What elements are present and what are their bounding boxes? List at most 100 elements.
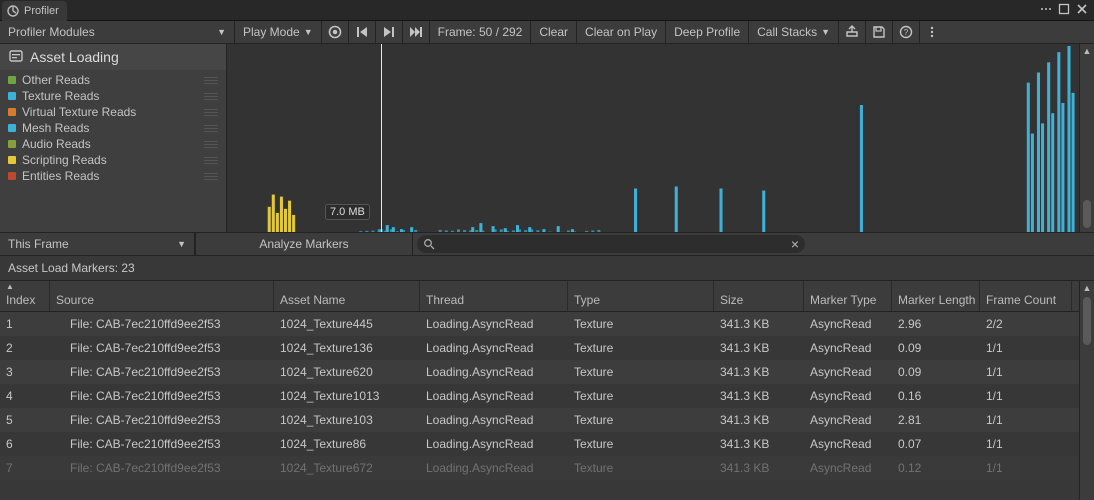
cell: 1024_Texture620 [274,360,420,384]
legend-item[interactable]: Scripting Reads [0,152,226,168]
scroll-thumb[interactable] [1083,297,1091,345]
table-row[interactable]: 6File: CAB-7ec210ffd9ee2f531024_Texture8… [0,432,1079,456]
legend-label: Entities Reads [22,169,99,183]
call-stacks-dropdown[interactable]: Call Stacks ▼ [749,21,839,43]
cell: 7 [0,456,50,480]
drag-handle-icon[interactable] [204,173,218,180]
cell: AsyncRead [804,336,892,360]
cell: Loading.AsyncRead [420,312,568,336]
legend-label: Other Reads [22,73,90,87]
profiler-icon [6,4,20,18]
col-type[interactable]: Type [568,281,714,311]
drag-handle-icon[interactable] [204,109,218,116]
cell: File: CAB-7ec210ffd9ee2f53 [50,456,274,480]
tab-label: Profiler [24,5,59,17]
cell: Texture [568,432,714,456]
chart[interactable]: 7.0 MB ▲ [227,44,1094,232]
cell: 1/1 [980,432,1072,456]
current-frame-button[interactable] [403,21,430,43]
cell: 1024_Texture103 [274,408,420,432]
search-input[interactable]: × [417,235,805,253]
table-row[interactable]: 1File: CAB-7ec210ffd9ee2f531024_Texture4… [0,312,1079,336]
cell: File: CAB-7ec210ffd9ee2f53 [50,336,274,360]
chevron-down-icon: ▼ [821,27,830,37]
frame-cursor[interactable] [381,44,382,232]
help-button[interactable]: ? [893,21,920,43]
table-header[interactable]: ▲IndexSourceAsset NameThreadTypeSizeMark… [0,281,1079,312]
cell: AsyncRead [804,360,892,384]
frame-scope-dropdown[interactable]: This Frame ▼ [0,233,195,255]
col-index[interactable]: ▲Index [0,281,50,311]
cell: Loading.AsyncRead [420,384,568,408]
cell: Texture [568,384,714,408]
cell: 1024_Texture672 [274,456,420,480]
clear-on-play-button[interactable]: Clear on Play [577,21,666,43]
legend-item[interactable]: Texture Reads [0,88,226,104]
play-mode-dropdown[interactable]: Play Mode ▼ [235,21,322,43]
legend-item[interactable]: Audio Reads [0,136,226,152]
scroll-thumb[interactable] [1083,200,1091,228]
table-row[interactable]: 4File: CAB-7ec210ffd9ee2f531024_Texture1… [0,384,1079,408]
cell: 1/1 [980,384,1072,408]
close-icon[interactable] [1076,3,1088,18]
load-profile-button[interactable] [839,21,866,43]
analyze-markers-button[interactable]: Analyze Markers [195,233,413,255]
module-header[interactable]: Asset Loading [0,44,226,70]
legend-item[interactable]: Virtual Texture Reads [0,104,226,120]
col-frame-count[interactable]: Frame Count [980,281,1072,311]
col-size[interactable]: Size [714,281,804,311]
cell: AsyncRead [804,432,892,456]
save-profile-button[interactable] [866,21,893,43]
overflow-menu-button[interactable] [920,21,944,43]
profiler-modules-dropdown[interactable]: Profiler Modules ▼ [0,21,235,43]
prev-frame-button[interactable] [349,21,376,43]
svg-text:?: ? [904,28,909,37]
table-row[interactable]: 3File: CAB-7ec210ffd9ee2f531024_Texture6… [0,360,1079,384]
cell: 0.07 [892,432,980,456]
record-button[interactable] [322,21,349,43]
chart-scrollbar[interactable]: ▲ [1079,44,1094,232]
window-menu-icon[interactable] [1040,3,1052,18]
col-asset-name[interactable]: Asset Name [274,281,420,311]
table-row[interactable]: 2File: CAB-7ec210ffd9ee2f531024_Texture1… [0,336,1079,360]
cell: 341.3 KB [714,384,804,408]
table-row[interactable]: 7File: CAB-7ec210ffd9ee2f531024_Texture6… [0,456,1079,480]
marker-count: Asset Load Markers: 23 [0,256,1094,281]
clear-button[interactable]: Clear [531,21,577,43]
col-marker-type[interactable]: Marker Type [804,281,892,311]
deep-profile-button[interactable]: Deep Profile [666,21,749,43]
drag-handle-icon[interactable] [204,77,218,84]
col-source[interactable]: Source [50,281,274,311]
cell: Loading.AsyncRead [420,360,568,384]
cell: 0.12 [892,456,980,480]
legend-item[interactable]: Other Reads [0,72,226,88]
table-scrollbar[interactable]: ▲ [1079,281,1094,500]
cell: Loading.AsyncRead [420,336,568,360]
scroll-up-icon[interactable]: ▲ [1083,44,1092,58]
legend-item[interactable]: Mesh Reads [0,120,226,136]
legend-item[interactable]: Entities Reads [0,168,226,184]
module-title: Asset Loading [30,49,119,65]
cell: 1/1 [980,360,1072,384]
cell: 341.3 KB [714,336,804,360]
drag-handle-icon[interactable] [204,125,218,132]
asset-loading-icon [8,48,24,67]
drag-handle-icon[interactable] [204,141,218,148]
cell: 0.09 [892,336,980,360]
cell: 1024_Texture86 [274,432,420,456]
legend-swatch [8,172,16,180]
drag-handle-icon[interactable] [204,157,218,164]
scroll-up-icon[interactable]: ▲ [1083,281,1092,295]
tab-profiler[interactable]: Profiler [2,1,67,21]
next-frame-button[interactable] [376,21,403,43]
maximize-icon[interactable] [1058,3,1070,18]
cell: Texture [568,336,714,360]
drag-handle-icon[interactable] [204,93,218,100]
col-thread[interactable]: Thread [420,281,568,311]
cell: 5 [0,408,50,432]
cell: 3 [0,360,50,384]
table-row[interactable]: 5File: CAB-7ec210ffd9ee2f531024_Texture1… [0,408,1079,432]
col-marker-length[interactable]: Marker Length [892,281,980,311]
clear-search-icon[interactable]: × [791,236,799,252]
playmode-label: Play Mode [243,25,300,39]
